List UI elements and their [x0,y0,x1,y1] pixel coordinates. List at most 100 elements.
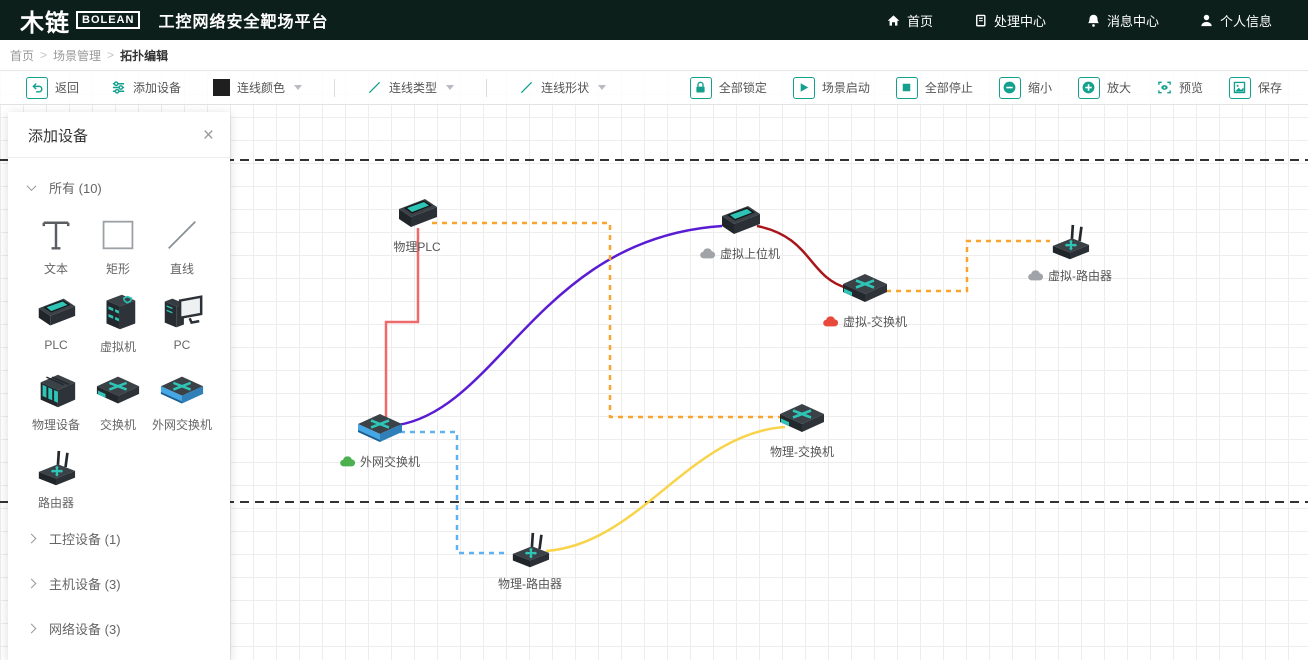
cloud-status-icon [823,316,838,327]
node-physical-router[interactable]: 物理-路由器 [465,531,595,592]
back-icon [26,77,48,99]
breadcrumb-scene-mgmt[interactable]: 场景管理 [53,47,101,64]
sliders-icon [111,80,126,95]
panel-title: 添加设备 [28,125,88,146]
line-tool-icon [159,215,205,255]
nav-home-label: 首页 [907,11,933,30]
physical-device-icon [33,371,79,411]
lock-all-button[interactable]: 全部锁定 [690,77,767,99]
line-shape-label: 连线形状 [541,79,589,96]
breadcrumb-topo-edit: 拓扑编辑 [120,47,168,64]
preview-icon [1157,80,1172,95]
palette-item-physical-device[interactable]: 物理设备 [28,371,84,433]
line-type-dropdown[interactable]: 连线类型 [367,79,454,96]
node-label: 物理-路由器 [498,575,562,592]
node-label: 虚拟上位机 [720,245,780,262]
host-icon [716,201,764,241]
node-label: 虚拟-交换机 [843,313,907,330]
nav-message-center[interactable]: 消息中心 [1086,11,1159,30]
home-icon [886,13,901,28]
preview-button[interactable]: 预览 [1157,79,1203,96]
collapsed-sections: 工控设备 (1) 主机设备 (3) 网络设备 (3) 安全设备 (0) [28,529,212,660]
palette-item-plc[interactable]: PLC [28,293,84,355]
nav-process-center-label: 处理中心 [994,11,1046,30]
nav-home[interactable]: 首页 [886,11,933,30]
add-device-button[interactable]: 添加设备 [111,79,181,96]
zoom-in-icon [1078,77,1100,99]
bell-icon [1086,13,1101,28]
connection-plc-extswitch[interactable] [386,228,418,420]
section-ics-devices[interactable]: 工控设备 (1) [28,529,212,548]
save-image-icon [1229,77,1251,99]
brand-logo: 木链 BOLEAN 工控网络安全靶场平台 [20,3,328,38]
connection-extswitch-virthost[interactable] [398,226,722,425]
preview-label: 预览 [1179,79,1203,96]
node-label: 外网交换机 [360,453,420,470]
section-network-devices[interactable]: 网络设备 (3) [28,619,212,638]
save-label: 保存 [1258,79,1282,96]
palette-item-pc[interactable]: PC [152,293,212,355]
node-external-switch[interactable]: 外网交换机 [315,409,445,470]
breadcrumb-home[interactable]: 首页 [10,47,34,64]
nav-process-center[interactable]: 处理中心 [973,11,1046,30]
nav-profile[interactable]: 个人信息 [1199,11,1272,30]
node-virtual-host[interactable]: 虚拟上位机 [675,201,805,262]
close-icon[interactable]: × [203,126,214,145]
line-shape-icon [519,80,534,95]
nav-message-center-label: 消息中心 [1107,11,1159,30]
node-physical-plc[interactable]: 物理PLC [352,194,482,255]
text-tool-icon [33,215,79,255]
zoom-in-label: 放大 [1107,79,1131,96]
toolbar-divider [486,79,487,97]
chevron-down-icon [598,85,606,90]
save-button[interactable]: 保存 [1229,77,1282,99]
line-color-dropdown[interactable]: 连线颜色 [213,79,302,96]
chevron-right-icon [27,624,37,634]
plc-icon [393,194,441,234]
plc-icon [33,293,79,333]
add-device-label: 添加设备 [133,79,181,96]
stop-all-button[interactable]: 全部停止 [896,77,973,99]
breadcrumb-separator: > [107,48,114,62]
zoom-out-label: 缩小 [1028,79,1052,96]
chevron-down-icon [446,85,454,90]
breadcrumb: 首页 > 场景管理 > 拓扑编辑 [0,40,1308,71]
vm-icon [95,293,141,333]
top-nav: 首页 处理中心 消息中心 个人信息 [886,11,1272,30]
palette-item-switch[interactable]: 交换机 [90,371,146,433]
back-button[interactable]: 返回 [26,77,79,99]
palette-item-rect[interactable]: 矩形 [90,215,146,277]
node-virtual-switch[interactable]: 虚拟-交换机 [800,269,930,330]
node-label: 虚拟-路由器 [1048,267,1112,284]
rect-tool-icon [95,215,141,255]
stop-all-label: 全部停止 [925,79,973,96]
top-header: 木链 BOLEAN 工控网络安全靶场平台 首页 处理中心 消息中心 个人信息 [0,0,1308,40]
zoom-out-button[interactable]: 缩小 [999,77,1052,99]
router-icon [33,449,79,489]
lock-icon [690,77,712,99]
palette-item-line[interactable]: 直线 [152,215,212,277]
line-shape-dropdown[interactable]: 连线形状 [519,79,606,96]
palette-item-external-switch[interactable]: 外网交换机 [152,371,212,433]
palette-item-router[interactable]: 路由器 [28,449,84,511]
scene-start-label: 场景启动 [822,79,870,96]
document-icon [973,13,988,28]
section-all-toggle[interactable]: 所有 (10) [28,178,212,197]
lock-all-label: 全部锁定 [719,79,767,96]
switch-icon [95,371,141,411]
scene-start-button[interactable]: 场景启动 [793,77,870,99]
chevron-down-icon [27,181,37,191]
section-host-devices[interactable]: 主机设备 (3) [28,574,212,593]
nav-profile-label: 个人信息 [1220,11,1272,30]
external-switch-icon [159,371,205,411]
zoom-in-button[interactable]: 放大 [1078,77,1131,99]
chevron-down-icon [294,85,302,90]
node-virtual-router[interactable]: 虚拟-路由器 [1005,223,1135,284]
chevron-right-icon [27,579,37,589]
palette-item-text[interactable]: 文本 [28,215,84,277]
node-physical-switch[interactable]: 物理-交换机 [737,399,867,460]
chevron-right-icon [27,534,37,544]
toolbar-divider [334,79,335,97]
line-type-label: 连线类型 [389,79,437,96]
palette-item-vm[interactable]: 虚拟机 [90,293,146,355]
